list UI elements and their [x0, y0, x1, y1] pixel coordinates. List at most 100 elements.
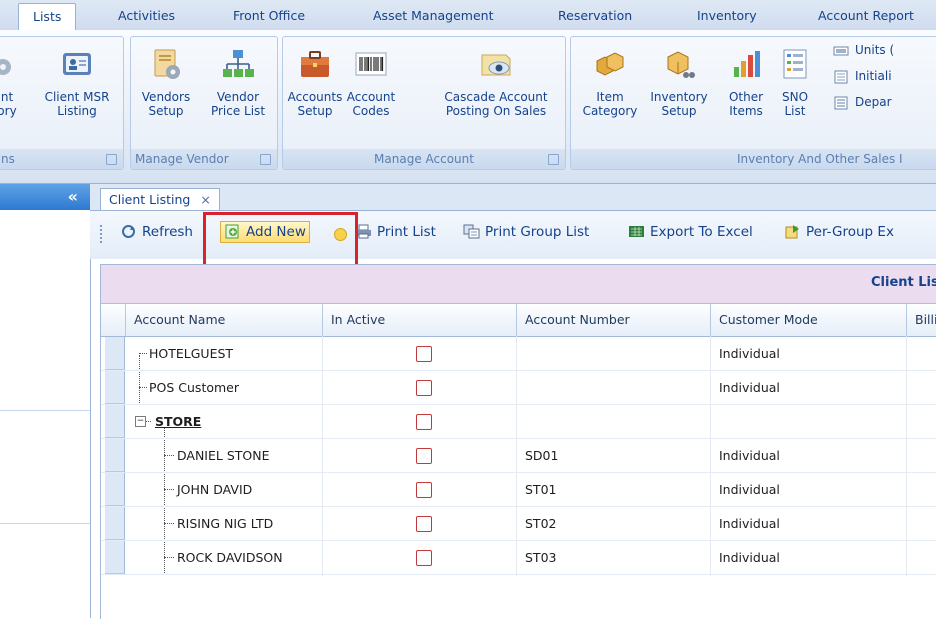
tree-connector: [146, 421, 151, 422]
vendor-price-list-button[interactable]: Vendor Price List: [203, 47, 273, 118]
table-row[interactable]: ROCK DAVIDSON ST03 Individual: [101, 541, 936, 575]
group-caption-manage-vendor: Manage Vendor: [131, 149, 277, 169]
customer-mode-cell: Individual: [719, 380, 780, 395]
account-number-cell: ST03: [525, 550, 557, 565]
dialog-launcher-icon[interactable]: [548, 154, 559, 165]
tab-front-office[interactable]: Front Office: [233, 8, 305, 23]
row-indicator[interactable]: [105, 371, 125, 404]
collapse-panel-button[interactable]: «: [68, 187, 78, 206]
customer-mode-cell: Individual: [719, 482, 780, 497]
row-indicator[interactable]: [105, 507, 125, 540]
row-indicator[interactable]: [105, 439, 125, 472]
account-number-cell: ST01: [525, 482, 557, 497]
column-in-active[interactable]: In Active: [322, 304, 516, 336]
table-row[interactable]: JOHN DAVID ST01 Individual: [101, 473, 936, 507]
boxes-icon: [596, 52, 624, 76]
other-items-button[interactable]: Other Items: [719, 47, 773, 118]
account-codes-button[interactable]: Account Codes: [343, 47, 399, 118]
in-active-checkbox[interactable]: [416, 550, 432, 566]
vendors-setup-button[interactable]: Vendors Setup: [135, 47, 197, 118]
ribbon-group-manage-account: Accounts Setup Account Codes Cascade Acc…: [282, 36, 566, 170]
client-msr-listing-button[interactable]: Client MSR Listing: [37, 47, 117, 118]
preview-eye-icon: [481, 54, 511, 76]
column-account-number[interactable]: Account Number: [516, 304, 710, 336]
column-billing[interactable]: Billi: [906, 304, 936, 336]
dialog-launcher-icon[interactable]: [260, 154, 271, 165]
vendor-setup-icon: [154, 49, 180, 79]
in-active-checkbox[interactable]: [416, 482, 432, 498]
client-category-button[interactable]: nt ory: [0, 47, 17, 118]
tab-client-listing[interactable]: Client Listing ×: [100, 188, 220, 210]
in-active-checkbox[interactable]: [416, 346, 432, 362]
row-indicator[interactable]: [105, 405, 125, 438]
account-number-cell: SD01: [525, 448, 559, 463]
tab-lists[interactable]: Lists: [18, 3, 77, 30]
document-list-icon: [834, 96, 848, 109]
tree-connector: [164, 489, 174, 490]
excel-icon: [629, 226, 644, 237]
print-list-button[interactable]: Print List: [355, 224, 436, 240]
export-to-excel-button[interactable]: Export To Excel: [628, 224, 753, 240]
tree-connector: [139, 353, 147, 354]
in-active-checkbox[interactable]: [416, 448, 432, 464]
refresh-button[interactable]: Refresh: [120, 224, 193, 240]
table-row[interactable]: DANIEL STONE SD01 Individual: [101, 439, 936, 473]
refresh-icon: [122, 225, 135, 238]
dialog-launcher-icon[interactable]: [106, 154, 117, 165]
tab-reservation[interactable]: Reservation: [558, 8, 632, 23]
tab-asset-management[interactable]: Asset Management: [373, 8, 493, 23]
in-active-checkbox[interactable]: [416, 414, 432, 430]
units-button[interactable]: Units (: [833, 43, 894, 58]
tab-account-report[interactable]: Account Report: [818, 8, 914, 23]
hierarchy-icon: [223, 50, 254, 77]
item-category-button[interactable]: Item Category: [575, 47, 645, 118]
toolbar-grip[interactable]: [100, 225, 104, 243]
close-tab-icon[interactable]: ×: [200, 192, 210, 207]
tab-inventory[interactable]: Inventory: [697, 8, 757, 23]
column-account-name[interactable]: Account Name: [125, 304, 322, 336]
document-icon: [834, 70, 848, 83]
row-indicator[interactable]: [105, 541, 125, 574]
per-group-export-button[interactable]: Per-Group Ex: [784, 224, 894, 240]
customer-mode-cell: Individual: [719, 448, 780, 463]
row-indicator[interactable]: [105, 473, 125, 506]
grid-column-header: Account Name In Active Account Number Cu…: [101, 304, 936, 337]
bar-chart-icon: [734, 51, 760, 77]
highlight-box: [203, 212, 358, 271]
collapse-node-icon[interactable]: −: [135, 416, 146, 427]
account-name-cell: STORE: [155, 414, 202, 429]
units-icon: [833, 46, 849, 55]
ribbon-tab-bar: Lists Activities Front Office Asset Mana…: [0, 0, 936, 31]
row-indicator[interactable]: [105, 337, 125, 370]
customer-mode-cell: Individual: [719, 516, 780, 531]
column-customer-mode[interactable]: Customer Mode: [710, 304, 906, 336]
department-button[interactable]: Depar: [833, 95, 892, 110]
barcode-icon: [355, 52, 387, 76]
table-row[interactable]: HOTELGUEST Individual: [101, 337, 936, 371]
sno-list-button[interactable]: SNO List: [775, 47, 815, 118]
cascade-account-posting-button[interactable]: Cascade Account Posting On Sales: [431, 47, 561, 118]
table-row[interactable]: − STORE: [101, 405, 936, 439]
account-name-cell: JOHN DAVID: [177, 482, 253, 497]
in-active-checkbox[interactable]: [416, 516, 432, 532]
account-name-cell: POS Customer: [149, 380, 240, 395]
grid-group-title-row: Client Lis: [101, 265, 936, 304]
in-active-checkbox[interactable]: [416, 380, 432, 396]
left-panel-header: «: [0, 184, 90, 210]
document-tab-strip: Client Listing ×: [90, 184, 936, 211]
account-number-cell: ST02: [525, 516, 557, 531]
print-group-list-button[interactable]: Print Group List: [463, 224, 589, 240]
account-name-cell: ROCK DAVIDSON: [177, 550, 283, 565]
tree-connector: [139, 387, 147, 388]
id-card-icon: [63, 53, 91, 75]
tab-activities[interactable]: Activities: [118, 8, 175, 23]
inventory-setup-button[interactable]: Inventory Setup: [647, 47, 711, 118]
initial-button[interactable]: Initiali: [833, 69, 892, 84]
tree-connector: [164, 455, 174, 456]
divider: [0, 523, 90, 524]
table-row[interactable]: POS Customer Individual: [101, 371, 936, 405]
ribbon-group-clients: nt ory Client MSR Listing ns: [0, 36, 124, 170]
group-caption-clients: ns: [0, 149, 123, 169]
accounts-setup-button[interactable]: Accounts Setup: [287, 47, 343, 118]
table-row[interactable]: RISING NIG LTD ST02 Individual: [101, 507, 936, 541]
